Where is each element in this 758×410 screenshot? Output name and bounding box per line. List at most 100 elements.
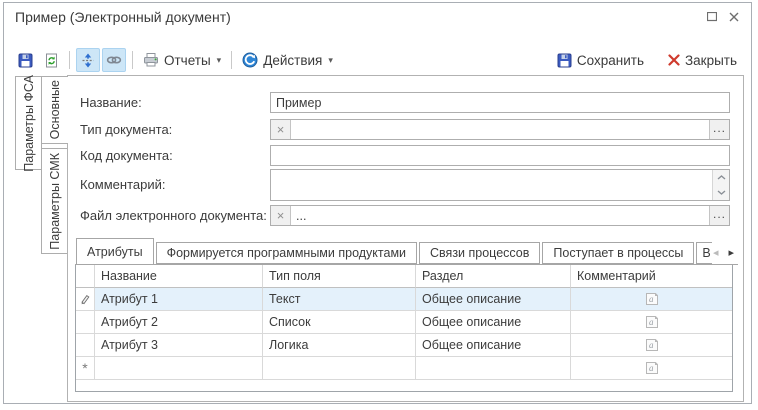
tab-clipped[interactable]: В [696, 242, 712, 264]
cell-comment[interactable]: a [571, 288, 732, 311]
svg-text:a: a [649, 294, 654, 304]
cell-section[interactable]: Общее описание [416, 288, 571, 311]
cell-name[interactable]: Атрибут 1 [95, 288, 263, 311]
memo-a-icon: a [645, 316, 659, 328]
comment-textarea[interactable] [271, 170, 712, 200]
file-ellipsis-button[interactable]: ... [709, 206, 729, 225]
tab-label: Поступает в процессы [553, 246, 683, 260]
cell-name[interactable] [95, 357, 263, 380]
refresh-document-icon [44, 53, 59, 68]
cell-field-type[interactable]: Список [263, 311, 416, 334]
file-input[interactable] [291, 206, 709, 225]
table-new-row: * a [76, 357, 732, 380]
cell-field-type[interactable]: Текст [263, 288, 416, 311]
reports-dropdown-caret-icon: ▾ [217, 55, 222, 66]
cell-comment[interactable]: a [571, 311, 732, 334]
edit-pencil-icon [80, 294, 90, 305]
comment-label: Комментарий: [80, 169, 166, 201]
side-tab-parametry-smk[interactable]: Параметры СМК [41, 148, 68, 254]
table-row: Атрибут 3 Логика Общее описание a [76, 334, 732, 357]
tab-label: Связи процессов [430, 246, 529, 260]
cell-field-type[interactable]: Логика [263, 334, 416, 357]
memo-edit-button[interactable]: a [645, 316, 659, 328]
side-tab-label: Параметры ФСА [22, 75, 36, 172]
file-label: Файл электронного документа: [80, 205, 267, 226]
doc-type-input[interactable] [291, 120, 709, 139]
tab-formiruetsya[interactable]: Формируется программными продуктами [156, 242, 417, 264]
toolbar-separator [231, 51, 232, 69]
doc-code-input[interactable] [270, 145, 730, 166]
cell-comment[interactable]: a [571, 334, 732, 357]
close-dialog-button[interactable]: Закрыть [664, 48, 741, 72]
memo-a-icon: a [645, 339, 659, 351]
cell-field-type[interactable] [263, 357, 416, 380]
side-tab-parametry-fsa[interactable]: Параметры ФСА [15, 76, 42, 170]
actions-globe-icon [242, 52, 258, 68]
tab-postupaet-v-processy[interactable]: Поступает в процессы [542, 242, 694, 264]
main-tab-page: Название: Тип документа: × ... Код докум… [67, 75, 744, 402]
column-header-section[interactable]: Раздел [416, 265, 571, 288]
doc-type-ellipsis-button[interactable]: ... [709, 120, 729, 139]
row-indicator [76, 334, 95, 357]
side-tab-label: Основные [48, 80, 62, 139]
chevron-down-icon [717, 190, 726, 195]
screen: Пример (Электронный документ) [0, 0, 758, 410]
doc-type-clear-button[interactable]: × [271, 120, 291, 139]
memo-edit-button[interactable]: a [645, 339, 659, 351]
link-toggle-button[interactable] [102, 48, 126, 72]
tab-label: Формируется программными продуктами [167, 246, 406, 260]
cell-section[interactable] [416, 357, 571, 380]
chevron-up-icon [717, 175, 726, 180]
name-input[interactable] [270, 92, 730, 113]
tab-scroll-right-button[interactable]: ▸ [728, 246, 734, 259]
close-window-button[interactable] [726, 10, 742, 24]
memo-a-icon: a [645, 293, 659, 305]
table-row: Атрибут 1 Текст Общее описание a [76, 288, 732, 311]
file-clear-button[interactable]: × [271, 206, 291, 225]
tab-scroll-controls: ◂ ▸ [713, 246, 734, 259]
doc-code-label: Код документа: [80, 145, 173, 166]
cell-name[interactable]: Атрибут 2 [95, 311, 263, 334]
svg-text:a: a [649, 363, 654, 373]
tab-atributy[interactable]: Атрибуты [76, 238, 154, 264]
spin-up-button[interactable] [713, 170, 729, 185]
column-header-comment[interactable]: Комментарий [571, 265, 732, 288]
cell-comment[interactable]: a [571, 357, 732, 380]
tab-label: В [702, 246, 710, 260]
save-button[interactable] [13, 48, 37, 72]
reports-label: Отчеты [164, 53, 211, 68]
toolbar-separator [69, 51, 70, 69]
cell-name[interactable]: Атрибут 3 [95, 334, 263, 357]
save-commit-button[interactable]: Сохранить [553, 48, 648, 72]
close-icon [729, 12, 739, 22]
spin-down-button[interactable] [713, 185, 729, 200]
fit-height-toggle-button[interactable] [76, 48, 100, 72]
actions-label: Действия [263, 53, 322, 68]
tab-svyazi-processov[interactable]: Связи процессов [419, 242, 540, 264]
refresh-button[interactable] [39, 48, 63, 72]
bottom-tabstrip: Атрибуты Формируется программными продук… [75, 239, 738, 265]
side-tab-osnovnye[interactable]: Основные [41, 76, 68, 144]
floppy-save-icon [557, 53, 572, 68]
column-header-name[interactable]: Название [95, 265, 263, 288]
side-tab-label: Параметры СМК [48, 153, 62, 250]
grid-header-row: Название Тип поля Раздел Комментарий [76, 265, 732, 288]
cell-section[interactable]: Общее описание [416, 334, 571, 357]
maximize-button[interactable] [704, 10, 720, 24]
actions-button[interactable]: Действия ▾ [238, 48, 337, 72]
tab-scroll-left-button[interactable]: ◂ [713, 246, 719, 259]
asterisk-icon: * [82, 363, 87, 373]
svg-text:a: a [649, 340, 654, 350]
cell-section[interactable]: Общее описание [416, 311, 571, 334]
printer-icon [143, 53, 159, 67]
memo-a-icon: a [645, 362, 659, 374]
column-header-field-type[interactable]: Тип поля [263, 265, 416, 288]
table-row: Атрибут 2 Список Общее описание a [76, 311, 732, 334]
document-window: Пример (Электронный документ) [3, 2, 752, 404]
row-edit-indicator [76, 288, 95, 311]
memo-edit-button[interactable]: a [645, 293, 659, 305]
memo-edit-button[interactable]: a [645, 362, 659, 374]
tab-label: Атрибуты [87, 245, 143, 259]
reports-button[interactable]: Отчеты ▾ [139, 48, 225, 72]
row-indicator [76, 311, 95, 334]
